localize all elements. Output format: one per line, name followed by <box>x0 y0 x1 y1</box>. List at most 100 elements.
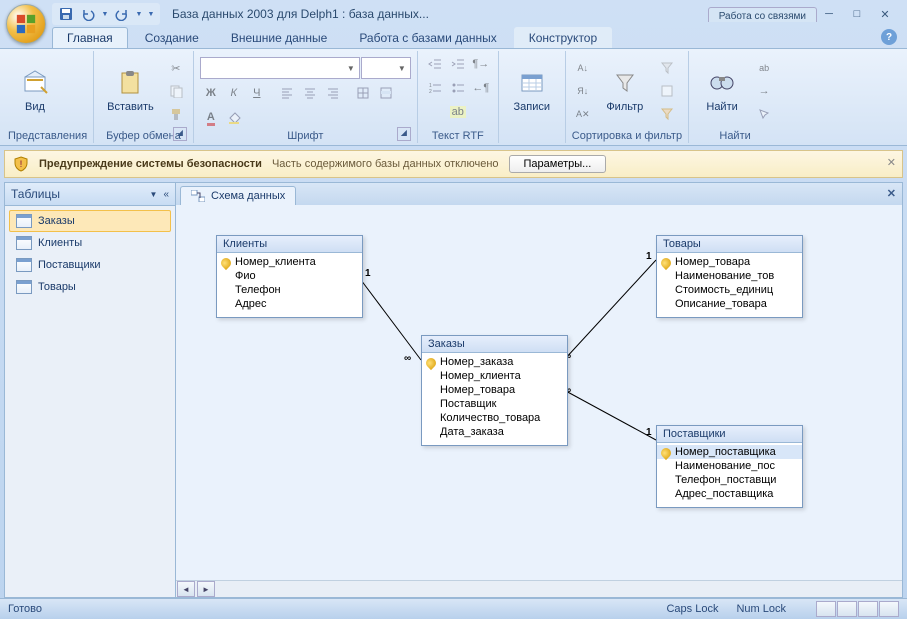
field[interactable]: Номер_товара <box>422 383 567 397</box>
table-node-tovary[interactable]: Товары Номер_товараНаименование_товСтоим… <box>656 235 803 318</box>
tab-database-tools[interactable]: Работа с базами данных <box>344 27 511 48</box>
find-button[interactable]: Найти <box>695 64 749 118</box>
outdent-button[interactable] <box>424 53 446 75</box>
italic-button[interactable]: К <box>223 82 245 104</box>
select-button[interactable] <box>753 103 775 125</box>
save-button[interactable] <box>56 4 76 24</box>
goto-button[interactable]: → <box>753 80 775 102</box>
advanced-filter-button[interactable] <box>656 80 678 102</box>
fill-color-button[interactable] <box>223 107 245 129</box>
minimize-button[interactable]: ─ <box>817 6 841 22</box>
clipboard-launcher[interactable]: ◢ <box>173 127 187 141</box>
help-button[interactable]: ? <box>881 29 897 45</box>
table-node-klienty[interactable]: Клиенты Номер_клиентаФиоТелефонАдрес <box>216 235 363 318</box>
clear-sort-button[interactable]: А✕ <box>572 103 594 125</box>
table-node-postavshiki[interactable]: Поставщики Номер_поставщикаНаименование_… <box>656 425 803 508</box>
numbering-button[interactable]: 12 <box>424 77 446 99</box>
field[interactable]: Телефон <box>217 283 362 297</box>
align-center-button[interactable] <box>299 82 321 104</box>
alt-row-button[interactable] <box>375 82 397 104</box>
font-name-combo[interactable]: ▼ <box>200 57 360 79</box>
maximize-button[interactable]: □ <box>845 6 869 22</box>
ltr-button[interactable]: ¶→ <box>470 53 492 75</box>
group-records: Записи Записи <box>499 51 566 143</box>
binoculars-icon <box>708 69 736 97</box>
sort-desc-button[interactable]: Я↓ <box>572 80 594 102</box>
collapse-nav-button[interactable]: « <box>163 189 169 200</box>
sort-asc-button[interactable]: А↓ <box>572 57 594 79</box>
field[interactable]: Адрес <box>217 297 362 311</box>
tab-design[interactable]: Конструктор <box>514 27 612 48</box>
document-tabs: Схема данных ✕ <box>176 183 902 205</box>
paste-button[interactable]: Вставить <box>100 64 161 118</box>
field[interactable]: Телефон_поставщи <box>657 473 802 487</box>
grid-icon <box>356 86 370 100</box>
font-size-combo[interactable]: ▼ <box>361 57 411 79</box>
field[interactable]: Номер_клиента <box>422 369 567 383</box>
qat-customize[interactable]: ▼ <box>146 4 156 24</box>
table-node-zakazy[interactable]: Заказы Номер_заказаНомер_клиентаНомер_то… <box>421 335 568 446</box>
field[interactable]: Дата_заказа <box>422 425 567 439</box>
undo-dropdown[interactable]: ▼ <box>100 4 110 24</box>
replace-button[interactable]: ab <box>753 57 775 79</box>
undo-icon <box>81 7 95 21</box>
font-launcher[interactable]: ◢ <box>397 127 411 141</box>
copy-icon <box>169 84 183 98</box>
tab-home[interactable]: Главная <box>52 27 128 48</box>
field[interactable]: Номер_заказа <box>422 355 567 369</box>
underline-button[interactable]: Ч <box>246 82 268 104</box>
field[interactable]: Номер_клиента <box>217 255 362 269</box>
field[interactable]: Номер_товара <box>657 255 802 269</box>
view-button[interactable]: Вид <box>8 64 62 118</box>
align-right-button[interactable] <box>322 82 344 104</box>
doc-tab-schema[interactable]: Схема данных <box>180 186 296 205</box>
field[interactable]: Наименование_тов <box>657 269 802 283</box>
security-options-button[interactable]: Параметры... <box>509 155 607 173</box>
nav-item-tovary[interactable]: Товары <box>9 276 171 298</box>
doc-close-button[interactable]: ✕ <box>887 187 896 200</box>
nav-item-postavshiki[interactable]: Поставщики <box>9 254 171 276</box>
group-clipboard-label: Буфер обмена◢ <box>100 129 187 143</box>
selection-filter-button[interactable] <box>656 57 678 79</box>
field[interactable]: Поставщик <box>422 397 567 411</box>
field[interactable]: Фио <box>217 269 362 283</box>
filter-icon <box>611 69 639 97</box>
rtl-button[interactable]: ←¶ <box>470 77 492 99</box>
toggle-filter-button[interactable] <box>656 103 678 125</box>
nav-header[interactable]: Таблицы ▼ « <box>5 183 175 206</box>
indent-button[interactable] <box>447 53 469 75</box>
nav-item-zakazy[interactable]: Заказы <box>9 210 171 232</box>
redo-button[interactable] <box>112 4 132 24</box>
cut-button[interactable]: ✂ <box>165 57 187 79</box>
copy-button[interactable] <box>165 80 187 102</box>
undo-button[interactable] <box>78 4 98 24</box>
tab-create[interactable]: Создание <box>130 27 214 48</box>
font-color-button[interactable]: A <box>200 107 222 129</box>
field[interactable]: Описание_товара <box>657 297 802 311</box>
align-left-button[interactable] <box>276 82 298 104</box>
office-button[interactable] <box>6 4 46 44</box>
field[interactable]: Номер_поставщика <box>657 445 802 459</box>
view-shortcuts[interactable] <box>816 601 899 617</box>
scroll-right-button[interactable]: ► <box>197 581 215 597</box>
horizontal-scrollbar[interactable]: ◄ ► <box>176 580 902 597</box>
highlight-button[interactable]: ab <box>447 101 469 123</box>
relationship-canvas[interactable]: 1 ∞ ∞ 1 ∞ 1 Клиенты Номер_клиентаФиоТеле… <box>176 205 902 580</box>
field[interactable]: Стоимость_единиц <box>657 283 802 297</box>
field[interactable]: Адрес_поставщика <box>657 487 802 501</box>
filter-button[interactable]: Фильтр <box>598 64 652 118</box>
format-painter-button[interactable] <box>165 103 187 125</box>
bullets-button[interactable] <box>447 77 469 99</box>
scroll-left-button[interactable]: ◄ <box>177 581 195 597</box>
gridlines-button[interactable] <box>352 82 374 104</box>
security-close-button[interactable]: ✕ <box>887 156 896 169</box>
nav-item-klienty[interactable]: Клиенты <box>9 232 171 254</box>
redo-dropdown[interactable]: ▼ <box>134 4 144 24</box>
records-button[interactable]: Записи <box>505 64 559 118</box>
bold-button[interactable]: Ж <box>200 82 222 104</box>
close-button[interactable]: ✕ <box>873 6 897 22</box>
tab-external-data[interactable]: Внешние данные <box>216 27 343 48</box>
field[interactable]: Количество_товара <box>422 411 567 425</box>
view-icon <box>21 69 49 97</box>
field[interactable]: Наименование_пос <box>657 459 802 473</box>
